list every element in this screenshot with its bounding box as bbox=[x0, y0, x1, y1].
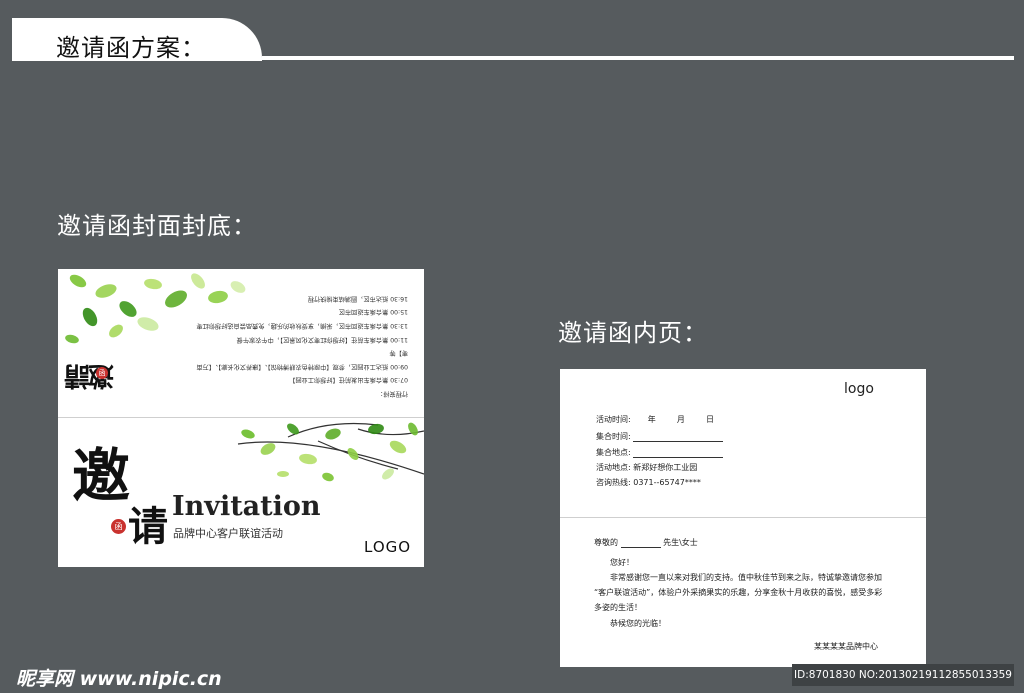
calligraphy-char-1: 邀 bbox=[72, 442, 131, 510]
hotline-value: 0371--65747**** bbox=[633, 478, 701, 487]
salutation-row: 尊敬的 先生\女士 bbox=[594, 537, 698, 548]
schedule-line: 16:30 抵达市区，圆满结束愉快行程 bbox=[307, 294, 408, 302]
gather-place-blank bbox=[633, 457, 724, 458]
greeting: 您好！ bbox=[610, 558, 634, 567]
name-blank bbox=[620, 547, 661, 548]
gather-time-label: 集合时间: bbox=[596, 432, 631, 441]
cover-back-panel: 行程安排： 07:30 集合乘车出发前往【好想你工业园】 09:00 抵达工业园… bbox=[58, 269, 424, 417]
hotline-row: 咨询热线: 0371--65747**** bbox=[596, 477, 701, 488]
activity-place-row: 活动地点: 新郑好想你工业园 bbox=[596, 462, 697, 473]
header-rule bbox=[262, 56, 1014, 60]
closing: 恭候您的光临！ bbox=[610, 619, 666, 628]
calligraphy-char-2: 请 bbox=[128, 503, 168, 550]
gather-time-blank bbox=[633, 441, 724, 442]
inner-fold-line bbox=[560, 517, 926, 518]
watermark-site: 昵享网 www.nipic.cn bbox=[16, 668, 222, 690]
gather-place-label: 集合地点: bbox=[596, 448, 631, 457]
invitation-title: Invitation bbox=[172, 491, 321, 522]
gather-place-row: 集合地点: bbox=[596, 447, 724, 458]
cover-section-label: 邀请函封面封底： bbox=[57, 212, 257, 240]
schedule-line: 15:00 集合乘车返回市区 bbox=[338, 308, 408, 316]
signature: 某某某某品牌中心 bbox=[814, 642, 878, 651]
salutation: 尊敬的 bbox=[594, 538, 618, 547]
cover-logo: LOGO bbox=[364, 538, 412, 556]
hotline-label: 咨询热线: bbox=[596, 478, 631, 487]
letter-line-1: 非常感谢您一直以来对我们的支持。值中秋佳节到来之际，特诚挚邀请您参加 bbox=[610, 573, 882, 582]
back-schedule: 行程安排： 07:30 集合乘车出发前往【好想你工业园】 09:00 抵达工业园… bbox=[188, 291, 408, 400]
page-title: 邀请函方案： bbox=[56, 34, 206, 62]
header-tab: 邀请函方案： bbox=[12, 18, 262, 62]
letter-line-2: “客户联谊活动”，体验户外采摘果实的乐趣，分享金秋十月收获的喜悦，感受多彩 bbox=[594, 588, 883, 597]
schedule-line: 11:00 集合乘车前往【好想你红枣文化风景区】，中午农家午餐 bbox=[236, 335, 408, 343]
activity-place-label: 活动地点: bbox=[596, 463, 631, 472]
watermark-id: ID:8701830 NO:20130219112855013359 bbox=[792, 664, 1014, 686]
schedule-line: 13:30 集合乘车返回市区，采摘，享受秋收的乐趣，免费品尝自选好想你红枣 bbox=[196, 321, 408, 329]
schedule-line: 09:00 抵达工业园区，参观【中原特色农耕博物馆】、【康养文化长廊】、【万亩 bbox=[196, 362, 408, 370]
inner-section-label: 邀请函内页： bbox=[558, 319, 708, 347]
schedule-line: 行程安排： bbox=[377, 389, 408, 397]
red-seal: 函 bbox=[111, 519, 126, 534]
activity-time-row: 活动时间: 年 月 日 bbox=[596, 414, 714, 425]
activity-time-label: 活动时间: bbox=[596, 415, 631, 424]
cover-fold-line bbox=[58, 417, 424, 418]
invitation-cover-card: 行程安排： 07:30 集合乘车出发前往【好想你工业园】 09:00 抵达工业园… bbox=[58, 269, 424, 567]
honorific: 先生\女士 bbox=[663, 538, 698, 547]
schedule-line: 枣】等 bbox=[389, 348, 408, 356]
invitation-inner-card: logo 活动时间: 年 月 日 集合时间: 集合地点: 活动地点: 新郑好想你… bbox=[560, 369, 926, 667]
year-label: 年 bbox=[647, 415, 656, 424]
inner-logo: logo bbox=[844, 381, 874, 397]
month-label: 月 bbox=[676, 415, 685, 424]
invitation-subtitle: 品牌中心客户联谊活动 bbox=[173, 527, 283, 540]
letter-line-3: 多姿的生活！ bbox=[594, 603, 642, 612]
gather-time-row: 集合时间: bbox=[596, 431, 724, 442]
day-label: 日 bbox=[705, 415, 714, 424]
activity-place-value: 新郑好想你工业园 bbox=[633, 463, 698, 472]
back-calligraphy-mark: 邀請 bbox=[66, 360, 115, 390]
back-seal: 函 bbox=[96, 367, 108, 379]
schedule-line: 07:30 集合乘车出发前往【好想你工业园】 bbox=[289, 376, 408, 384]
